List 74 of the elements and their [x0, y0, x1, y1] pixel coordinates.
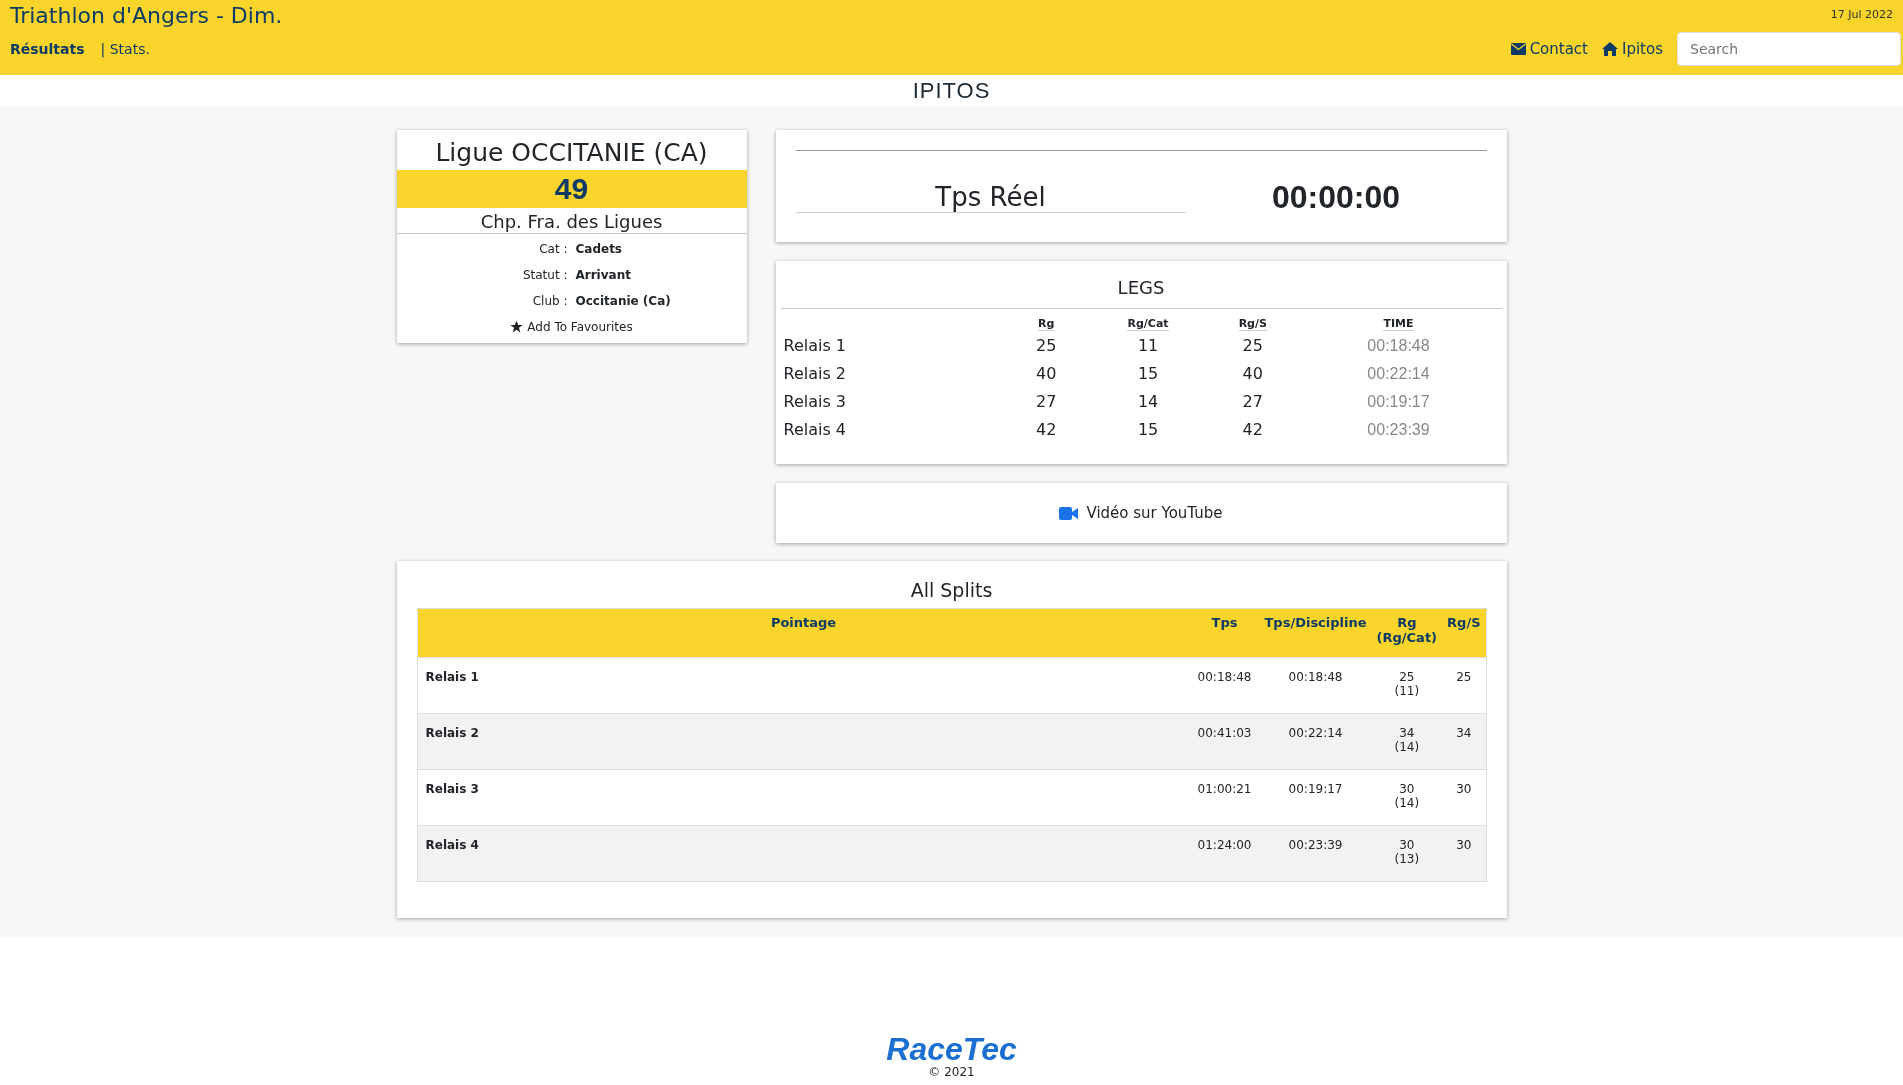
- sex-rank: 30: [1442, 825, 1486, 882]
- search-field[interactable]: Search: [1677, 32, 1901, 66]
- field-value: Arrivant: [575, 268, 632, 282]
- youtube-video-link[interactable]: Vidéo sur YouTube: [775, 483, 1507, 543]
- brand-logo: IPITOS: [912, 78, 991, 104]
- split-time: 00:41:03: [1189, 713, 1260, 770]
- split-rank: 30: [1398, 782, 1416, 796]
- category-rank: (14): [1393, 796, 1421, 810]
- leg-rank: 40: [1241, 363, 1264, 385]
- sex-rank: 34: [1442, 713, 1486, 770]
- video-camera-icon: [1059, 506, 1079, 520]
- leg-name: Relais 3: [782, 391, 848, 413]
- leg-time: 00:23:39: [1366, 419, 1431, 440]
- racetec-logo: RaceTec: [886, 1033, 1017, 1065]
- bib-number: 49: [396, 170, 747, 208]
- leg-rank: 14: [1136, 391, 1160, 413]
- split-name: Relais 4: [417, 825, 1190, 882]
- add-favourites-link[interactable]: Add To Favourites: [510, 319, 633, 334]
- contact-link[interactable]: Contact: [1510, 40, 1588, 58]
- column-header: Rg: [1038, 317, 1055, 331]
- leg-rank: 27: [1241, 391, 1264, 413]
- column-header: Pointage: [417, 608, 1190, 658]
- category-rank: (11): [1393, 684, 1421, 698]
- split-name: Relais 2: [417, 713, 1190, 770]
- envelope-icon: [1510, 43, 1526, 55]
- split-time: 01:24:00: [1189, 825, 1260, 882]
- event-title: Triathlon d'Angers - Dim.: [10, 3, 283, 28]
- leg-time: 00:19:17: [1366, 391, 1431, 412]
- event-name: Chp. Fra. des Ligues: [396, 208, 747, 234]
- column-header: Tps/Discipline: [1259, 608, 1372, 658]
- leg-rank: 25: [1035, 335, 1058, 357]
- home-link[interactable]: Ipitos: [1602, 40, 1663, 58]
- time-label: Tps Réel: [795, 182, 1186, 213]
- leg-rank: 11: [1136, 335, 1160, 357]
- split-rank: 25: [1398, 670, 1416, 684]
- column-header: Rg/Cat: [1127, 317, 1169, 331]
- leg-name: Relais 2: [782, 363, 848, 385]
- leg-time: 00:18:48: [1366, 335, 1431, 356]
- category-rank: (14): [1393, 740, 1421, 754]
- column-header: Rg (Rg/Cat): [1371, 608, 1443, 658]
- field-value: Cadets: [575, 242, 623, 256]
- leg-rank: 25: [1241, 335, 1264, 357]
- column-header: TIME: [1383, 317, 1414, 331]
- column-header: Rg/S: [1442, 608, 1486, 658]
- column-header: Rg/S: [1238, 317, 1267, 331]
- leg-rank: 27: [1035, 391, 1058, 413]
- leg-rank: 15: [1136, 363, 1160, 385]
- leg-rank: 42: [1241, 419, 1264, 441]
- leg-name: Relais 4: [782, 419, 848, 441]
- leg-rank: 40: [1035, 363, 1058, 385]
- nav-tab[interactable]: | Stats.: [100, 41, 150, 57]
- event-date: 17 Jul 2022: [1830, 8, 1893, 21]
- leg-name: Relais 1: [782, 335, 848, 357]
- field-label: Club :: [531, 294, 568, 308]
- split-rank: 34: [1398, 726, 1416, 740]
- column-header: Tps: [1189, 608, 1260, 658]
- discipline-time: 00:22:14: [1259, 713, 1372, 770]
- category-rank: (13): [1393, 852, 1421, 866]
- leg-rank: 42: [1035, 419, 1058, 441]
- team-name: Ligue OCCITANIE (CA): [434, 137, 709, 169]
- nav-tab[interactable]: Résultats: [10, 41, 85, 57]
- splits-title: All Splits: [909, 579, 994, 603]
- discipline-time: 00:23:39: [1259, 825, 1372, 882]
- star-icon: [510, 320, 524, 333]
- field-value: Occitanie (Ca): [575, 294, 672, 308]
- split-rank: 30: [1398, 838, 1416, 852]
- copyright-text: © 2021: [928, 1065, 975, 1079]
- field-label: Statut :: [521, 268, 568, 282]
- time-value: 00:00:00: [1270, 179, 1402, 216]
- leg-rank: 15: [1136, 419, 1160, 441]
- home-icon: [1602, 42, 1618, 56]
- legs-title: LEGS: [780, 277, 1502, 309]
- leg-time: 00:22:14: [1366, 363, 1431, 384]
- field-label: Cat :: [538, 242, 568, 256]
